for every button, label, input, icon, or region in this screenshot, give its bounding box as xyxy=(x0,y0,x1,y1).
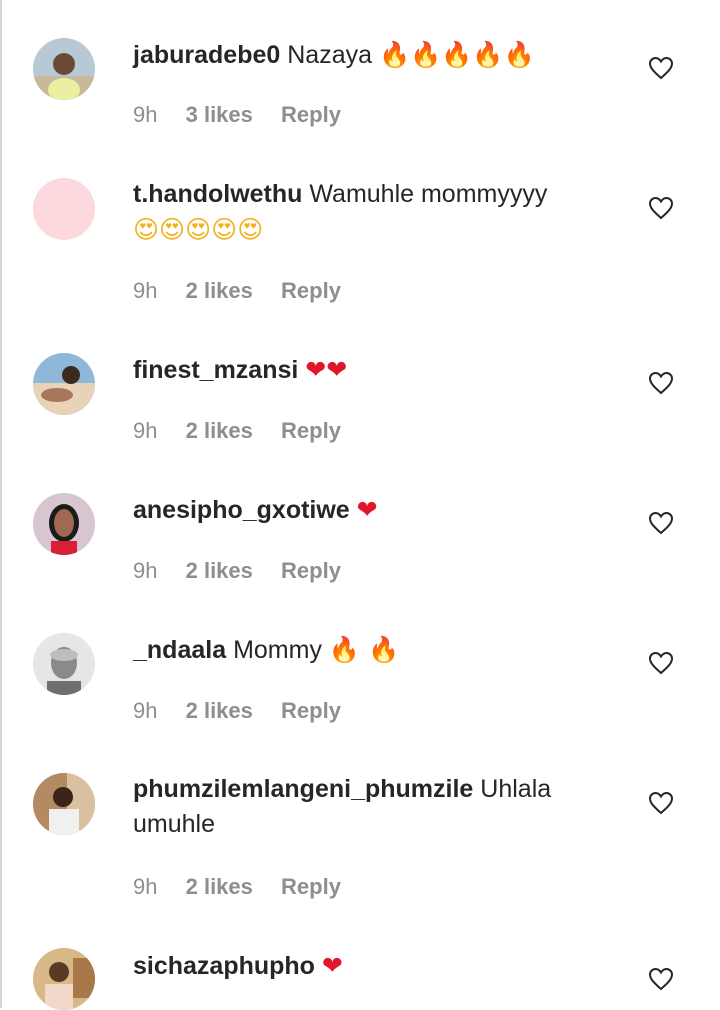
reply-button[interactable]: Reply xyxy=(281,278,341,303)
heart-like-icon[interactable] xyxy=(648,56,674,80)
comment-text: _ndaala Mommy 🔥 🔥 xyxy=(133,632,603,668)
comment-time: 9h xyxy=(133,558,158,583)
comment-body: Mommy xyxy=(233,636,322,664)
heart-like-icon[interactable] xyxy=(648,196,674,220)
comment-time: 9h xyxy=(133,418,158,443)
reply-button[interactable]: Reply xyxy=(281,874,341,899)
username[interactable]: jaburadebe0 xyxy=(133,41,280,69)
comment-meta: 9h 2 likes Reply xyxy=(133,418,341,444)
reply-button[interactable]: Reply xyxy=(281,558,341,583)
username[interactable]: _ndaala xyxy=(133,636,226,664)
comment-text: t.handolwethu Wamuhle mommyyyy 😍😍😍😍😍 xyxy=(133,177,603,248)
avatar[interactable] xyxy=(33,948,95,1010)
likes-count[interactable]: 2 likes xyxy=(186,418,253,443)
comment-text: anesipho_gxotiwe ❤ xyxy=(133,492,603,528)
left-border xyxy=(0,0,2,1008)
red-heart-emoji-icon: ❤❤ xyxy=(305,355,348,384)
red-heart-emoji-icon: ❤ xyxy=(321,951,343,980)
reply-button[interactable]: Reply xyxy=(281,418,341,443)
likes-count[interactable]: 2 likes xyxy=(186,278,253,303)
username[interactable]: phumzilemlangeni_phumzile xyxy=(133,775,473,803)
heart-like-icon[interactable] xyxy=(648,371,674,395)
avatar[interactable] xyxy=(33,38,95,100)
comment-text: jaburadebe0 Nazaya 🔥🔥🔥🔥🔥 xyxy=(133,37,603,73)
comment-body: Nazaya xyxy=(287,41,372,69)
username[interactable]: sichazaphupho xyxy=(133,952,315,980)
likes-count[interactable]: 3 likes xyxy=(186,102,253,127)
heart-like-icon[interactable] xyxy=(648,511,674,535)
comment-body: Wamuhle mommyyyy xyxy=(309,180,548,208)
comment-meta: 9h 2 likes Reply xyxy=(133,874,341,900)
username[interactable]: t.handolwethu xyxy=(133,180,302,208)
avatar[interactable] xyxy=(33,633,95,695)
comment-time: 9h xyxy=(133,698,158,723)
heart-eyes-emoji-icon: 😍😍😍😍😍 xyxy=(133,215,264,244)
heart-like-icon[interactable] xyxy=(648,651,674,675)
likes-count[interactable]: 2 likes xyxy=(186,874,253,899)
heart-like-icon[interactable] xyxy=(648,967,674,991)
comment-text: sichazaphupho ❤ xyxy=(133,948,603,984)
red-heart-emoji-icon: ❤ xyxy=(356,495,378,524)
avatar[interactable] xyxy=(33,773,95,835)
comment-meta: 9h 2 likes Reply xyxy=(133,278,341,304)
heart-like-icon[interactable] xyxy=(648,791,674,815)
avatar[interactable] xyxy=(33,178,95,240)
comment-text: finest_mzansi ❤❤ xyxy=(133,352,603,388)
avatar[interactable] xyxy=(33,353,95,415)
reply-button[interactable]: Reply xyxy=(281,698,341,723)
comment-time: 9h xyxy=(133,102,158,127)
username[interactable]: finest_mzansi xyxy=(133,356,298,384)
comment-text: phumzilemlangeni_phumzile Uhlala umuhle xyxy=(133,772,603,842)
reply-button[interactable]: Reply xyxy=(281,102,341,127)
fire-emoji-icon: 🔥 🔥 xyxy=(328,635,400,664)
comment-time: 9h xyxy=(133,278,158,303)
likes-count[interactable]: 2 likes xyxy=(186,558,253,583)
fire-emoji-icon: 🔥🔥🔥🔥🔥 xyxy=(378,40,535,69)
likes-count[interactable]: 2 likes xyxy=(186,698,253,723)
comment-time: 9h xyxy=(133,874,158,899)
avatar[interactable] xyxy=(33,493,95,555)
comment-meta: 9h 2 likes Reply xyxy=(133,698,341,724)
comment-meta: 9h 3 likes Reply xyxy=(133,102,341,128)
username[interactable]: anesipho_gxotiwe xyxy=(133,496,350,524)
comment-meta: 9h 2 likes Reply xyxy=(133,558,341,584)
